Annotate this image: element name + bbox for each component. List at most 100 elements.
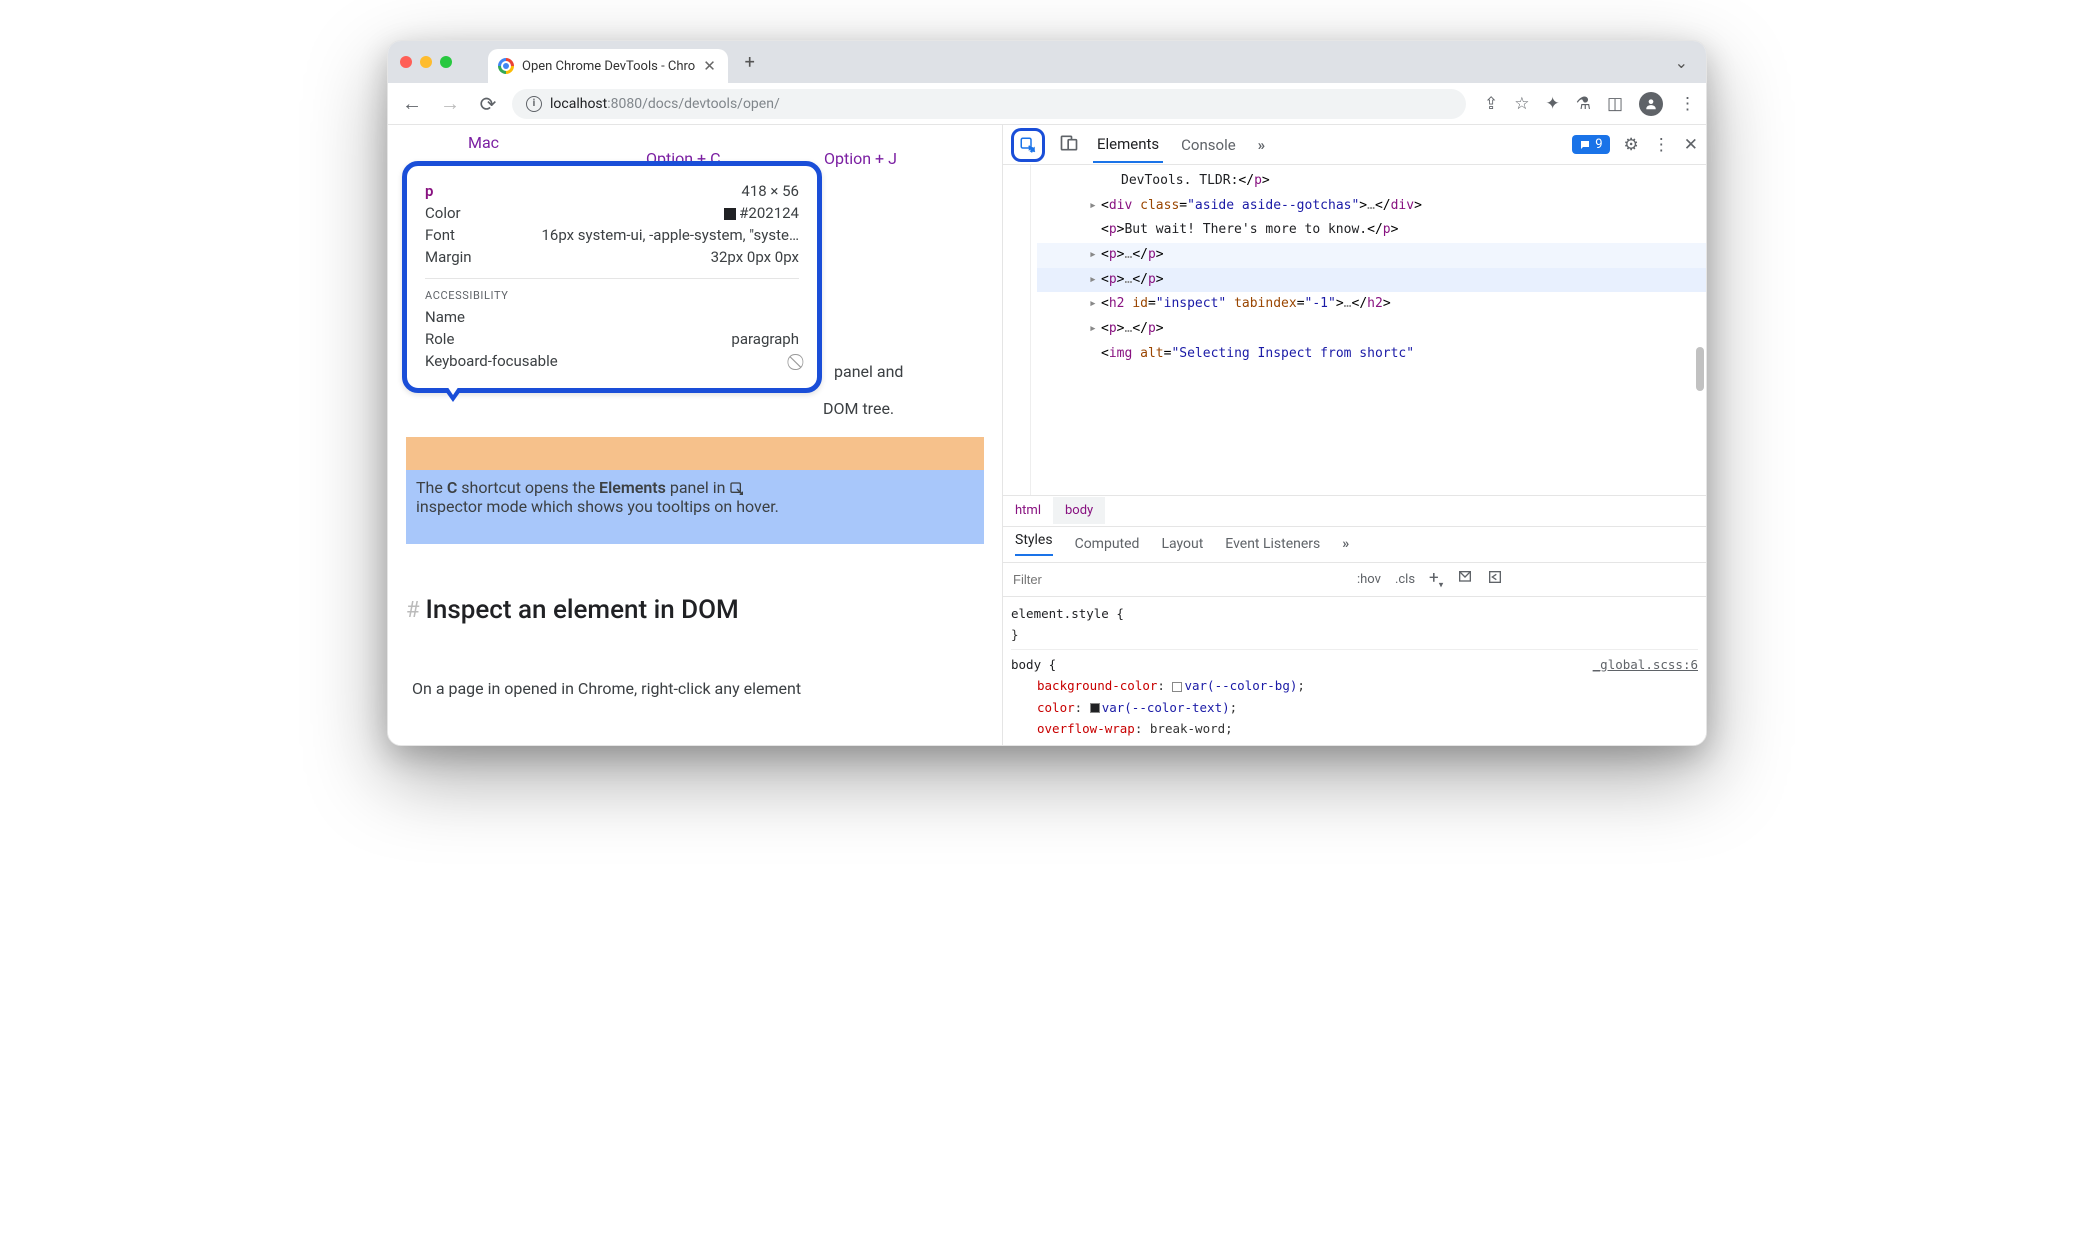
window-controls <box>400 56 452 68</box>
web-page-viewport: Mac Option + C Option + J panel and DOM … <box>388 125 1003 745</box>
dom-line[interactable]: <p>But wait! There's more to know.</p> <box>1037 218 1706 243</box>
url-port: :8080 <box>607 96 642 112</box>
print-media-icon[interactable] <box>1457 569 1473 589</box>
tab-console[interactable]: Console <box>1177 128 1240 162</box>
shortcut-key-c: C <box>447 478 457 497</box>
close-devtools-icon[interactable]: ✕ <box>1684 135 1698 155</box>
dom-breadcrumbs[interactable]: html body <box>1003 495 1706 527</box>
body-paragraph: On a page in opened in Chrome, right-cli… <box>412 679 982 698</box>
inspect-cursor-icon <box>729 481 745 497</box>
styles-body[interactable]: element.style { } body { _global.scss:6 … <box>1003 597 1706 746</box>
minimize-window-button[interactable] <box>420 56 432 68</box>
issues-badge[interactable]: 9 <box>1572 135 1609 154</box>
tooltip-role-label: Role <box>425 330 454 348</box>
hov-toggle[interactable]: :hov <box>1357 572 1381 587</box>
inspect-element-button[interactable] <box>1011 128 1045 162</box>
tooltip-font-value: 16px system-ui, -apple-system, "syste… <box>541 226 799 244</box>
panel-name-elements: Elements <box>599 478 666 497</box>
maximize-window-button[interactable] <box>440 56 452 68</box>
tooltip-color-value: #202124 <box>739 204 799 222</box>
os-label: Mac <box>468 133 499 152</box>
back-button[interactable]: ← <box>398 90 426 118</box>
close-window-button[interactable] <box>400 56 412 68</box>
browser-window: Open Chrome DevTools - Chro ✕ + ⌄ ← → ⟳ … <box>387 40 1707 746</box>
dom-line[interactable]: DevTools. TLDR:</p> <box>1037 169 1706 194</box>
content-highlight-band: The C shortcut opens the Elements panel … <box>406 470 984 544</box>
url-path: /docs/devtools/open/ <box>642 96 780 112</box>
tooltip-role-value: paragraph <box>731 330 799 348</box>
margin-highlight-band <box>406 437 984 470</box>
tooltip-name-label: Name <box>425 308 465 326</box>
tooltip-color-label: Color <box>425 204 461 222</box>
kebab-menu-icon[interactable]: ⋮ <box>1679 94 1696 114</box>
tab-event-listeners[interactable]: Event Listeners <box>1225 536 1320 552</box>
more-styles-tabs-icon[interactable]: » <box>1342 536 1349 552</box>
account-avatar-icon[interactable] <box>1639 92 1663 116</box>
dom-gutter <box>1003 165 1031 495</box>
computed-reveal-icon[interactable] <box>1487 569 1503 589</box>
devtools-kebab-icon[interactable]: ⋮ <box>1653 135 1670 155</box>
dom-tree[interactable]: DevTools. TLDR:</p>▸<div class="aside as… <box>1031 165 1706 495</box>
color-swatch-icon <box>724 208 736 220</box>
settings-gear-icon[interactable]: ⚙ <box>1624 135 1639 155</box>
tab-elements[interactable]: Elements <box>1093 127 1163 163</box>
devtools-panel: Elements Console » 9 ⚙ ⋮ ✕ DevTools. TLD… <box>1003 125 1706 745</box>
cls-toggle[interactable]: .cls <box>1395 572 1415 587</box>
tooltip-font-label: Font <box>425 226 455 244</box>
tooltip-keyboard-focusable-label: Keyboard-focusable <box>425 352 558 372</box>
address-bar[interactable]: i localhost:8080/docs/devtools/open/ <box>512 89 1466 119</box>
more-tabs-icon[interactable]: » <box>1254 128 1270 162</box>
tab-title: Open Chrome DevTools - Chro <box>522 59 695 74</box>
dom-line[interactable]: ▸<p>…</p> <box>1037 317 1706 342</box>
scrollbar-thumb[interactable] <box>1696 347 1704 391</box>
devtools-tab-bar: Elements Console » 9 ⚙ ⋮ ✕ <box>1003 125 1706 165</box>
tab-styles[interactable]: Styles <box>1015 532 1053 556</box>
dom-line[interactable]: <img alt="Selecting Inspect from shortc" <box>1037 342 1706 367</box>
extensions-icon[interactable]: ✦ <box>1545 94 1559 114</box>
tab-strip: Open Chrome DevTools - Chro ✕ + ⌄ <box>388 41 1706 83</box>
page-heading: Inspect an element in DOM <box>426 595 739 625</box>
body-selector: body { <box>1011 657 1056 672</box>
forward-button[interactable]: → <box>436 90 464 118</box>
new-tab-button[interactable]: + <box>736 48 764 76</box>
side-panel-icon[interactable]: ◫ <box>1607 94 1623 114</box>
styles-filter-bar: :hov .cls +▾ <box>1003 563 1706 597</box>
browser-tab[interactable]: Open Chrome DevTools - Chro ✕ <box>488 49 728 83</box>
heading-row: # Inspect an element in DOM <box>406 595 739 625</box>
labs-flask-icon[interactable]: ⚗ <box>1576 94 1591 114</box>
dom-line[interactable]: ▸<div class="aside aside--gotchas">…</di… <box>1037 194 1706 219</box>
page-fragment-2: DOM tree. <box>823 399 894 418</box>
tab-layout[interactable]: Layout <box>1161 536 1203 552</box>
tooltip-margin-label: Margin <box>425 248 472 266</box>
content-area: Mac Option + C Option + J panel and DOM … <box>388 125 1706 745</box>
close-tab-icon[interactable]: ✕ <box>703 57 716 75</box>
browser-toolbar: ← → ⟳ i localhost:8080/docs/devtools/ope… <box>388 83 1706 125</box>
highlight-line-2: inspector mode which shows you tooltips … <box>416 497 779 516</box>
bg-swatch-icon[interactable] <box>1172 682 1182 692</box>
heading-anchor-icon[interactable]: # <box>406 598 420 623</box>
tooltip-accessibility-header: ACCESSIBILITY <box>425 278 799 302</box>
element-style-selector: element.style { <box>1011 606 1124 621</box>
tooltip-dimensions: 418 × 56 <box>741 182 799 200</box>
breadcrumb-html[interactable]: html <box>1003 497 1053 524</box>
share-icon[interactable]: ⇪ <box>1484 94 1498 114</box>
site-info-icon[interactable]: i <box>526 96 542 112</box>
breadcrumb-body[interactable]: body <box>1053 497 1105 524</box>
tabs-chevron-down-icon[interactable]: ⌄ <box>1669 47 1694 78</box>
device-toolbar-icon[interactable] <box>1059 133 1079 157</box>
issues-count: 9 <box>1595 137 1602 152</box>
tab-computed[interactable]: Computed <box>1075 536 1140 552</box>
shortcut-option-j: Option + J <box>824 149 897 168</box>
styles-filter-input[interactable] <box>1013 572 1343 587</box>
dom-line[interactable]: ▸<h2 id="inspect" tabindex="-1">…</h2> <box>1037 292 1706 317</box>
color-swatch-icon[interactable] <box>1090 703 1100 713</box>
new-style-rule-icon[interactable]: +▾ <box>1429 568 1443 590</box>
bookmark-star-icon[interactable]: ☆ <box>1514 94 1529 114</box>
chrome-favicon-icon <box>498 58 514 74</box>
reload-button[interactable]: ⟳ <box>474 90 502 118</box>
dom-line[interactable]: ▸<p>…</p> <box>1037 268 1706 293</box>
dom-tree-area: DevTools. TLDR:</p>▸<div class="aside as… <box>1003 165 1706 495</box>
dom-line[interactable]: ▸<p>…</p> <box>1037 243 1706 268</box>
message-icon <box>1579 139 1591 151</box>
source-link[interactable]: _global.scss:6 <box>1593 654 1698 675</box>
